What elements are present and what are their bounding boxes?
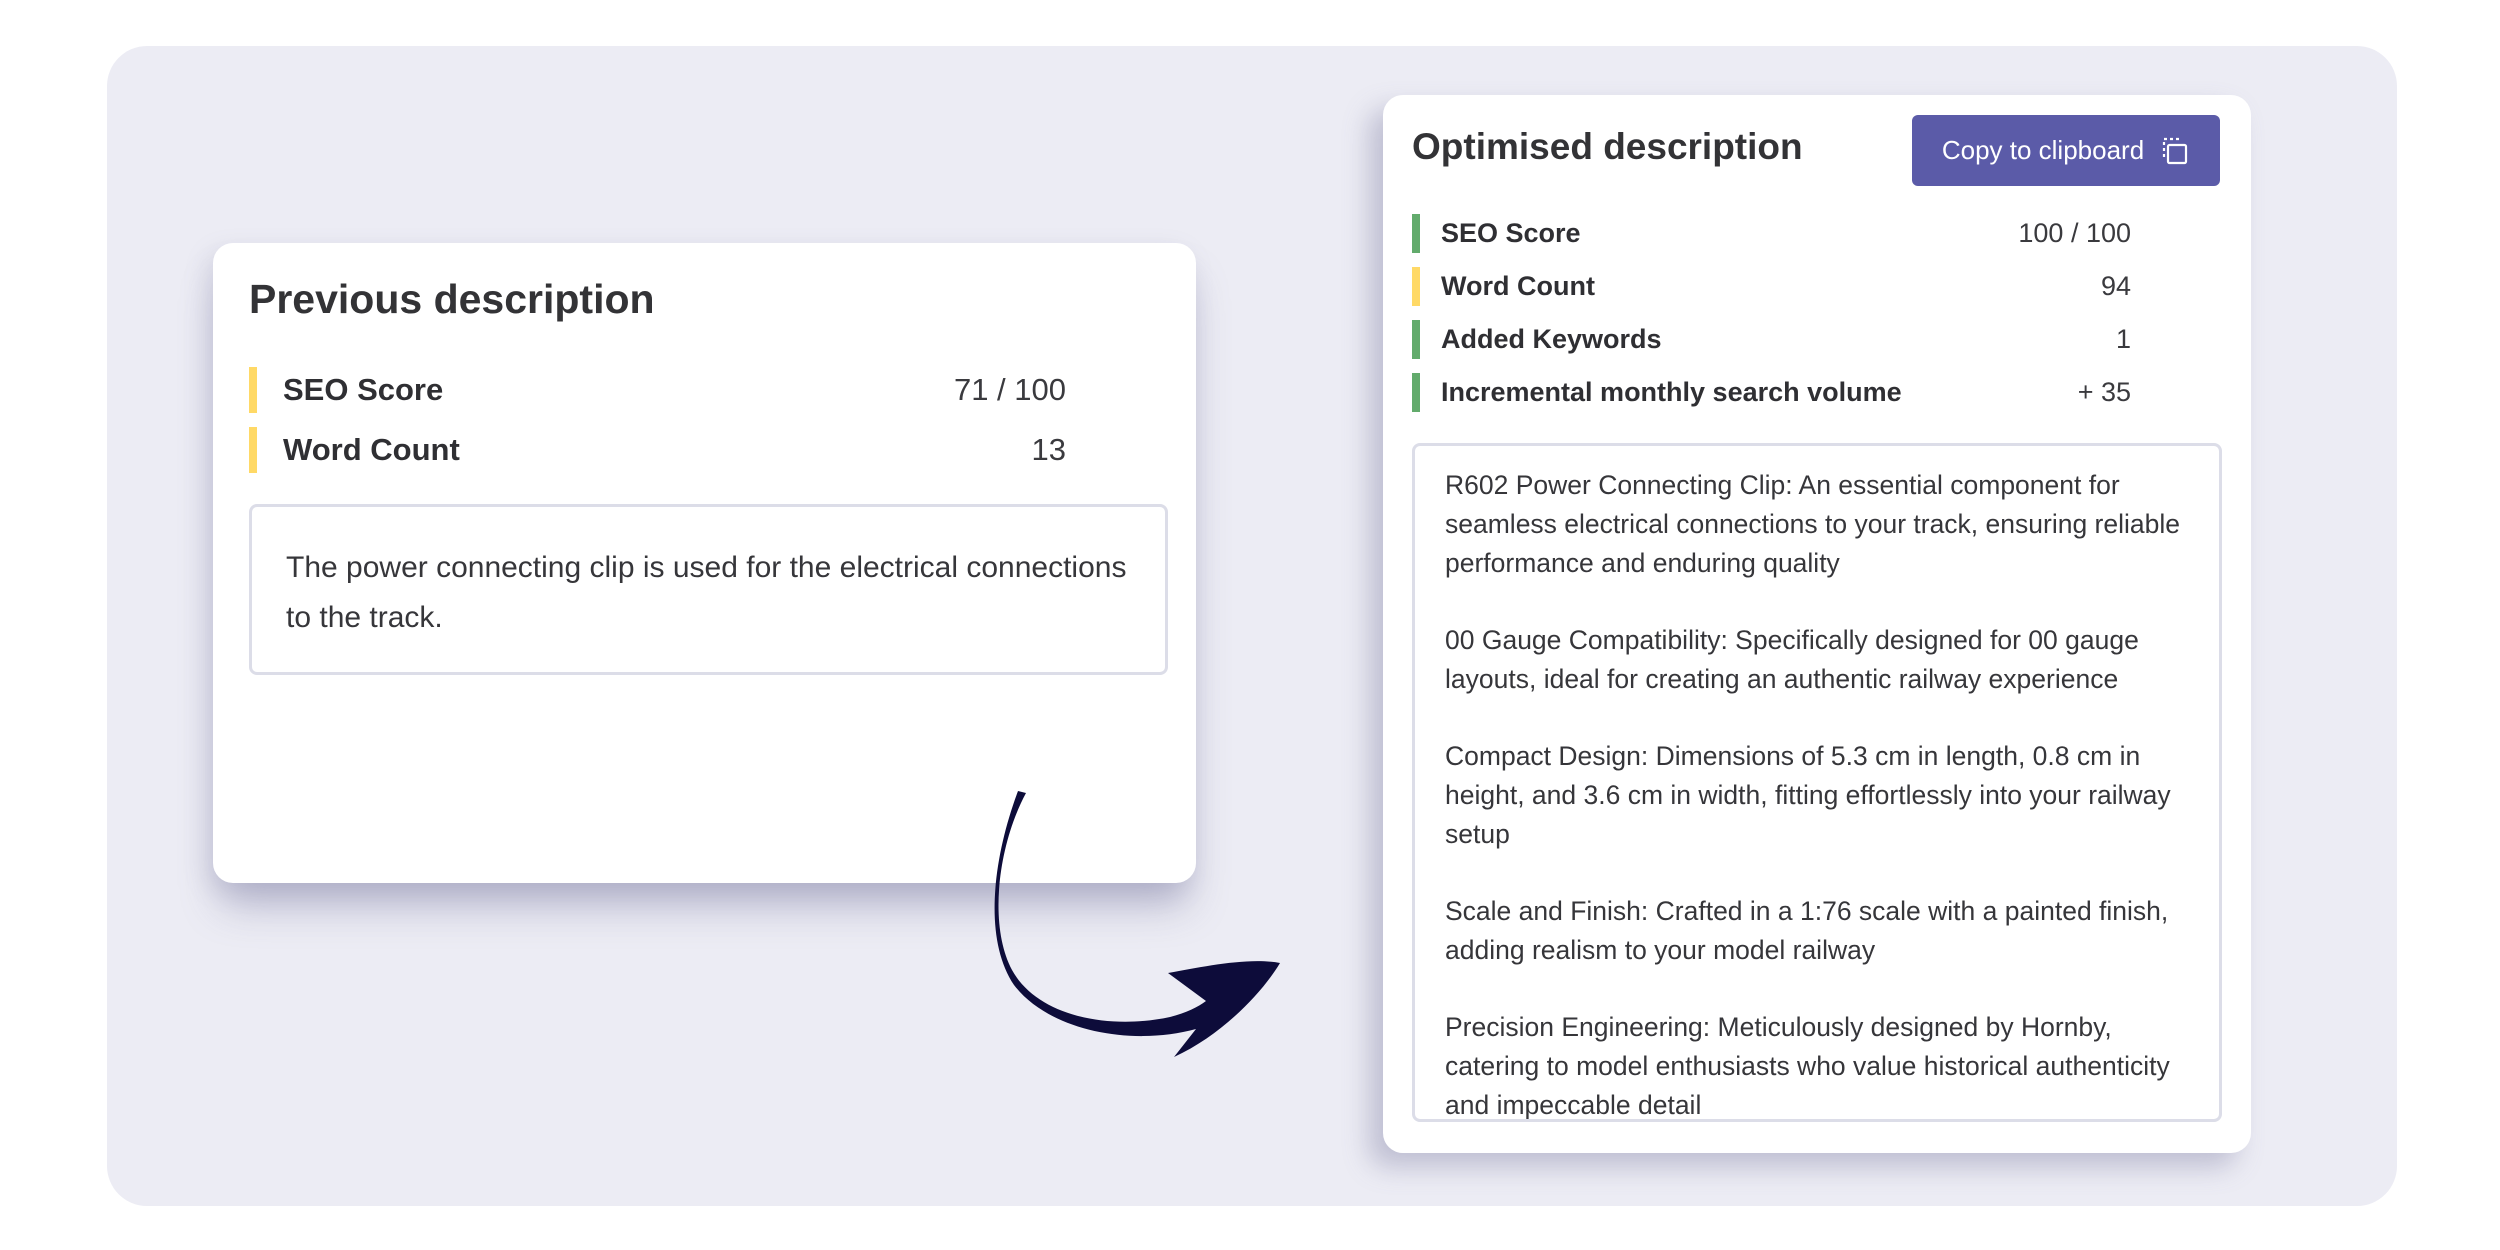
metric-word-count: Word Count 13 [249,427,1066,473]
metric-label: Added Keywords [1441,324,1662,354]
metric-value: 1 [2115,324,2131,354]
metric-label: Incremental monthly search volume [1441,377,1902,407]
status-indicator-bar [249,367,257,413]
description-paragraph: Precision Engineering: Meticulously desi… [1445,1012,2170,1120]
curved-arrow-icon [994,791,1280,1057]
metric-value: 94 [2100,271,2131,301]
previous-metrics-list: SEO Score 71 / 100 Word Count 13 [249,367,1066,487]
status-indicator-bar [1412,373,1420,412]
optimised-description-title: Optimised description [1412,126,1803,167]
status-indicator-bar [1412,214,1420,253]
status-indicator-bar [249,427,257,473]
metric-value: 13 [1031,432,1066,467]
optimised-description-card: Optimised description Copy to clipboard … [1383,95,2251,1153]
metric-label: SEO Score [283,372,444,407]
metric-label: Word Count [1441,271,1595,301]
copy-button-label: Copy to clipboard [1941,135,2145,165]
optimised-metrics-list: SEO Score 100 / 100 Word Count 94 Added … [1412,214,2131,426]
metric-seo-score: SEO Score 100 / 100 [1412,214,2131,253]
copy-to-clipboard-button[interactable]: Copy to clipboard [1912,115,2220,186]
metric-value: 71 / 100 [953,372,1066,407]
metric-search-volume: Incremental monthly search volume + 35 [1412,373,2131,412]
description-paragraph: Scale and Finish: Crafted in a 1:76 scal… [1445,896,2169,965]
status-indicator-bar [1412,320,1420,359]
description-text: The power connecting clip is used for th… [286,551,1127,634]
metric-value: + 35 [2077,377,2131,407]
previous-description-text: The power connecting clip is used for th… [249,504,1168,675]
metric-label: SEO Score [1441,218,1581,248]
previous-description-title: Previous description [249,276,655,322]
metric-value: 100 / 100 [2018,218,2131,248]
clipboard-copy-icon [2158,135,2190,167]
metric-word-count: Word Count 94 [1412,267,2131,306]
metric-label: Word Count [283,432,460,467]
description-paragraph: 00 Gauge Compatibility: Specifically des… [1445,625,2139,694]
metric-seo-score: SEO Score 71 / 100 [249,367,1066,413]
optimised-description-text[interactable]: R602 Power Connecting Clip: An essential… [1412,443,2222,1122]
status-indicator-bar [1412,267,1420,306]
description-paragraph: R602 Power Connecting Clip: An essential… [1445,470,2180,578]
metric-added-keywords: Added Keywords 1 [1412,320,2131,359]
description-paragraph: Compact Design: Dimensions of 5.3 cm in … [1445,741,2171,849]
